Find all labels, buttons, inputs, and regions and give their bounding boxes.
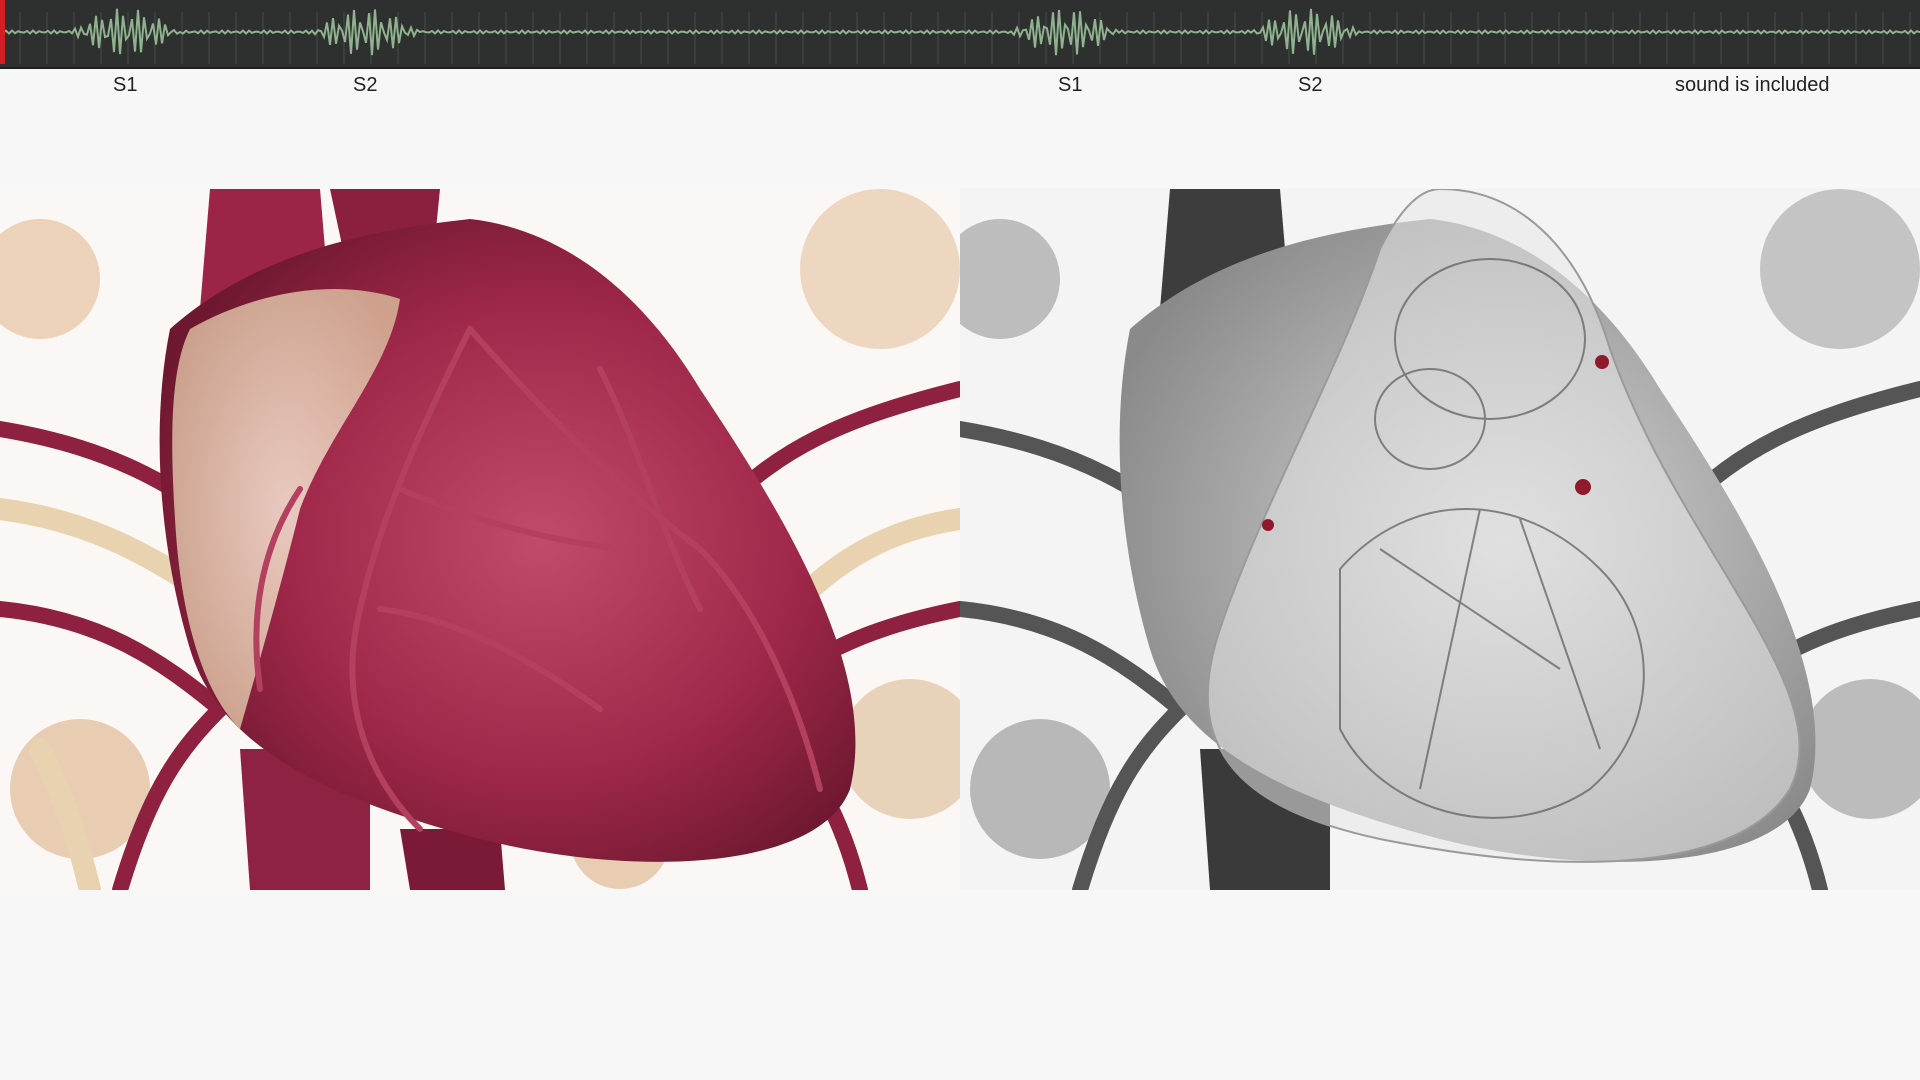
label-s1-first: S1: [113, 74, 138, 96]
marker-1: [1595, 355, 1609, 369]
marker-3: [1262, 519, 1274, 531]
audio-timeline[interactable]: [0, 0, 1920, 69]
waveform: [0, 8, 1920, 56]
timeline-ticks: [19, 12, 1911, 64]
label-s2-second: S2: [1298, 74, 1323, 96]
playhead[interactable]: [0, 0, 5, 64]
label-s2-first: S2: [353, 74, 378, 96]
sound-included-note: sound is included: [1675, 74, 1830, 96]
marker-2: [1575, 479, 1591, 495]
heart-xray-render: [960, 189, 1920, 890]
heart-color-render: [0, 189, 960, 890]
heart-xray-illustration: [960, 189, 1920, 890]
label-s1-second: S1: [1058, 74, 1083, 96]
heart-color-illustration: [0, 189, 960, 890]
waveform-path: [0, 8, 1920, 56]
sound-labels: S1 S2 S1 S2 sound is included: [0, 70, 1920, 100]
waveform-track: [0, 0, 1920, 64]
